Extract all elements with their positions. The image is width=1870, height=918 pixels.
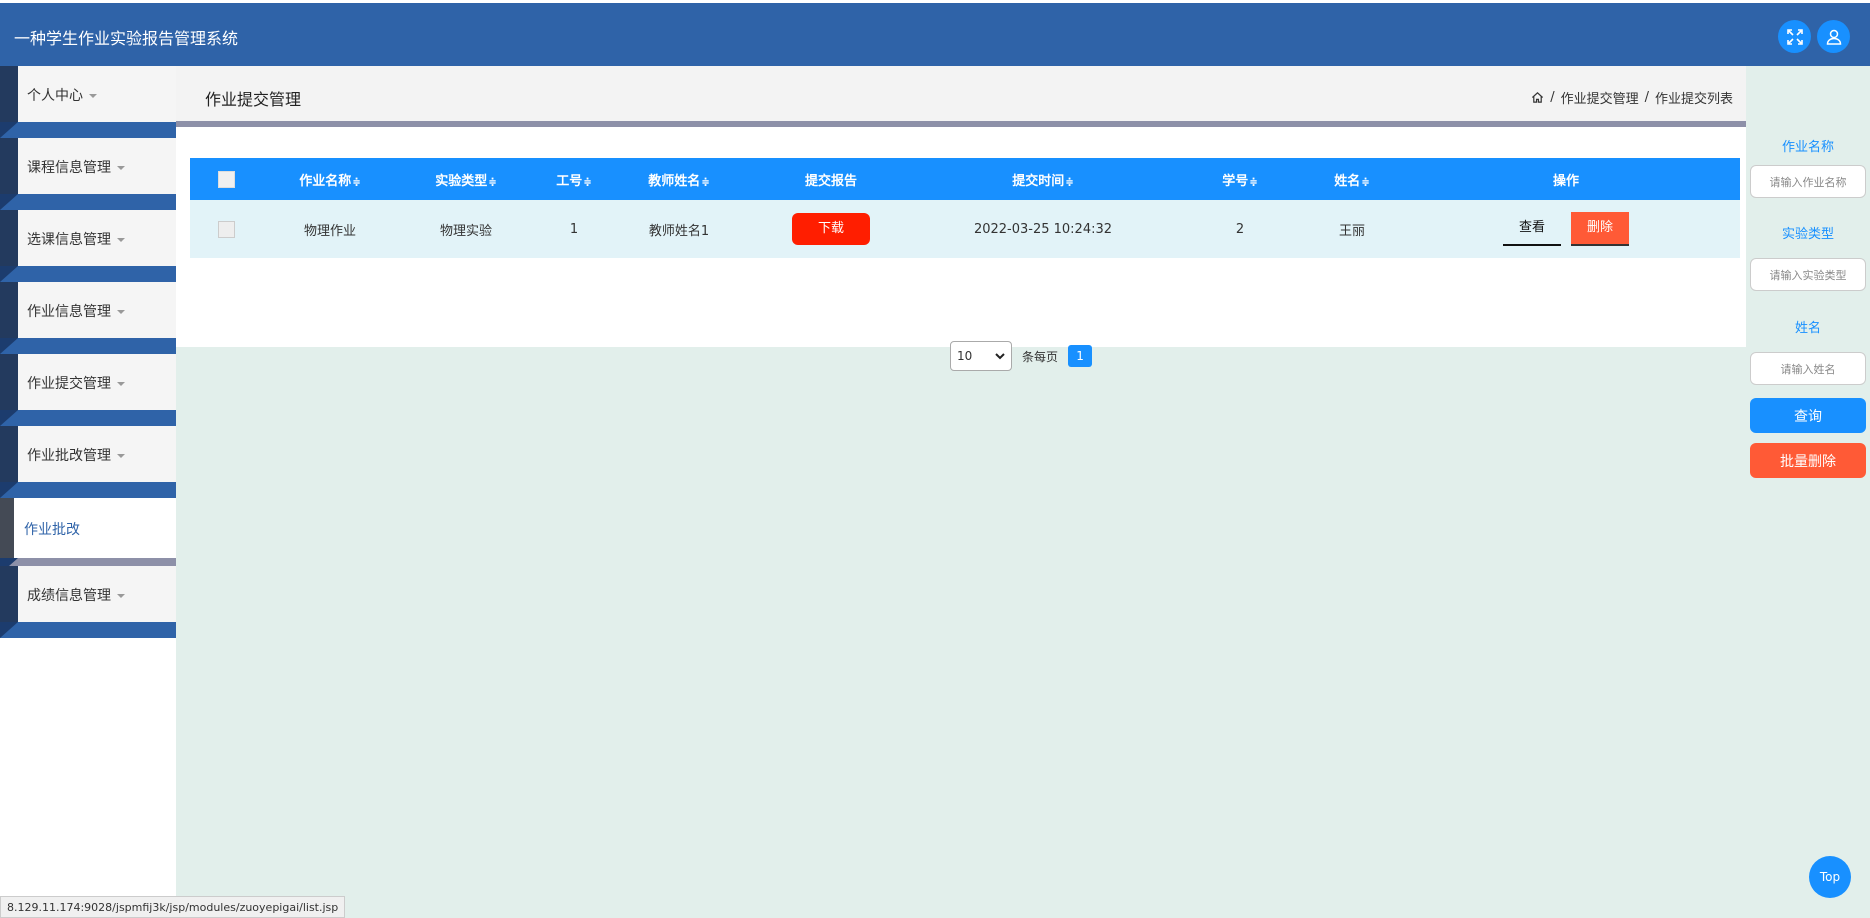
sidebar-item-label: 选课信息管理: [27, 232, 111, 248]
column-header[interactable]: 学号≑: [1168, 158, 1312, 200]
sidebar-item-label: 作业信息管理: [27, 304, 111, 320]
title-bar: 作业提交管理 / 作业提交管理 / 作业提交列表: [176, 66, 1746, 121]
cell-homework-name: 物理作业: [262, 200, 398, 258]
sidebar-divider: [0, 122, 176, 138]
top-header: 一种学生作业实验报告管理系统: [0, 3, 1870, 66]
sidebar-item-personal[interactable]: 个人中心: [0, 66, 176, 122]
sidebar-item-label: 个人中心: [27, 88, 83, 104]
sidebar-divider: [0, 266, 176, 282]
sidebar-item-course[interactable]: 课程信息管理: [0, 138, 176, 194]
select-all-header[interactable]: [190, 158, 262, 200]
user-icon: [1826, 29, 1841, 45]
sidebar-item-label: 课程信息管理: [27, 160, 111, 176]
breadcrumb-item: 作业提交列表: [1654, 92, 1733, 107]
cell-submit-time: 2022-03-25 10:24:32: [918, 200, 1168, 258]
batch-delete-button[interactable]: 批量删除: [1750, 443, 1866, 478]
cell-actions: 查看 删除: [1392, 200, 1740, 258]
search-panel: 作业名称 请输入作业名称 实验类型 请输入实验类型 姓名 请输入姓名 查询 批量…: [1746, 121, 1870, 918]
table-header-row: 作业名称≑ 实验类型≑ 工号≑ 教师姓名≑ 提交报告 提交时间≑ 学号≑ 姓名≑…: [190, 158, 1740, 200]
sidebar-item-homework-info[interactable]: 作业信息管理: [0, 282, 176, 338]
sidebar-item-label: 作业批改管理: [27, 448, 111, 464]
column-header[interactable]: 实验类型≑: [398, 158, 534, 200]
student-name-input[interactable]: 请输入姓名: [1750, 352, 1866, 385]
row-checkbox[interactable]: [217, 220, 235, 238]
cell-experiment-type: 物理实验: [398, 200, 534, 258]
cell-report: 下载: [744, 200, 918, 258]
breadcrumb-separator: /: [1644, 90, 1649, 105]
chevron-down-icon: [117, 310, 125, 314]
submission-table: 作业名称≑ 实验类型≑ 工号≑ 教师姓名≑ 提交报告 提交时间≑ 学号≑ 姓名≑…: [190, 158, 1740, 258]
cell-student-no: 2: [1168, 200, 1312, 258]
user-button[interactable]: [1817, 20, 1850, 53]
page-number-current[interactable]: 1: [1068, 345, 1093, 367]
sidebar-item-score[interactable]: 成绩信息管理: [0, 566, 176, 622]
column-header: 提交报告: [744, 158, 918, 200]
sidebar-item-label: 成绩信息管理: [27, 588, 111, 604]
sort-icon[interactable]: ≑: [701, 177, 709, 188]
sidebar-item-course-select[interactable]: 选课信息管理: [0, 210, 176, 266]
sort-icon[interactable]: ≑: [1249, 177, 1257, 188]
select-all-checkbox[interactable]: [217, 170, 235, 188]
sidebar-divider: [0, 482, 176, 498]
fullscreen-icon: [1786, 28, 1803, 45]
chevron-down-icon: [117, 166, 125, 170]
table-row: 物理作业 物理实验 1 教师姓名1 下载 2022-03-25 10:24:32…: [190, 200, 1740, 258]
sidebar-divider: [0, 338, 176, 354]
main-content: 作业提交管理 / 作业提交管理 / 作业提交列表 作业名称≑ 实验类型≑ 工号≑…: [176, 66, 1870, 918]
back-to-top-button[interactable]: Top: [1809, 856, 1851, 898]
sidebar-divider: [0, 558, 176, 574]
chevron-down-icon: [117, 454, 125, 458]
sort-icon[interactable]: ≑: [583, 177, 591, 188]
home-icon[interactable]: [1531, 91, 1544, 104]
app-title: 一种学生作业实验报告管理系统: [14, 29, 239, 48]
column-header: 操作: [1392, 158, 1740, 200]
delete-button[interactable]: 删除: [1571, 212, 1629, 246]
breadcrumb-item[interactable]: 作业提交管理: [1561, 88, 1639, 107]
view-button[interactable]: 查看: [1503, 212, 1561, 246]
search-type-label: 实验类型: [1781, 227, 1834, 242]
page-size-select[interactable]: 10: [950, 341, 1012, 371]
sidebar-divider: [0, 622, 176, 638]
row-select-cell[interactable]: [190, 200, 262, 258]
sidebar: 个人中心 课程信息管理 选课信息管理 作业信息管理 作业提交管理 作业批改管理 …: [0, 66, 176, 918]
sidebar-item-homework-grading[interactable]: 作业批改管理: [0, 426, 176, 482]
chevron-down-icon: [117, 238, 125, 242]
chevron-down-icon: [995, 352, 1005, 359]
page-size-value: 10: [957, 349, 973, 363]
sidebar-item-label: 作业提交管理: [27, 376, 111, 392]
homework-name-input[interactable]: 请输入作业名称: [1750, 165, 1866, 198]
sidebar-item-label: 作业批改: [24, 522, 80, 538]
pagination: 10 条每页 1: [950, 341, 1093, 371]
sort-icon[interactable]: ≑: [1361, 177, 1369, 188]
page-title: 作业提交管理: [205, 90, 302, 109]
chevron-down-icon: [89, 94, 97, 98]
column-header[interactable]: 姓名≑: [1312, 158, 1392, 200]
sort-icon[interactable]: ≑: [488, 177, 496, 188]
cell-student-name: 王丽: [1312, 200, 1392, 258]
download-button[interactable]: 下载: [792, 213, 870, 245]
breadcrumb-separator: /: [1550, 90, 1555, 105]
column-header[interactable]: 提交时间≑: [918, 158, 1168, 200]
query-button[interactable]: 查询: [1750, 398, 1866, 433]
experiment-type-input[interactable]: 请输入实验类型: [1750, 258, 1866, 291]
search-name-label: 作业名称: [1781, 140, 1834, 155]
column-header[interactable]: 工号≑: [534, 158, 614, 200]
fullscreen-button[interactable]: [1778, 20, 1811, 53]
chevron-down-icon: [117, 382, 125, 386]
cell-job-no: 1: [534, 200, 614, 258]
sidebar-item-homework-submit[interactable]: 作业提交管理: [0, 354, 176, 410]
sidebar-subitem-grading[interactable]: 作业批改: [0, 498, 176, 558]
per-page-label: 条每页: [1022, 349, 1059, 364]
sort-icon[interactable]: ≑: [1065, 177, 1073, 188]
sort-icon[interactable]: ≑: [352, 177, 360, 188]
cell-teacher-name: 教师姓名1: [614, 200, 744, 258]
chevron-down-icon: [117, 594, 125, 598]
breadcrumb: / 作业提交管理 / 作业提交列表: [1531, 88, 1733, 107]
column-header[interactable]: 教师姓名≑: [614, 158, 744, 200]
column-header[interactable]: 作业名称≑: [262, 158, 398, 200]
sidebar-divider: [0, 410, 176, 426]
sidebar-divider: [0, 194, 176, 210]
browser-status-bar: 8.129.11.174:9028/jspmfij3k/jsp/modules/…: [0, 896, 346, 918]
search-student-label: 姓名: [1794, 321, 1821, 336]
